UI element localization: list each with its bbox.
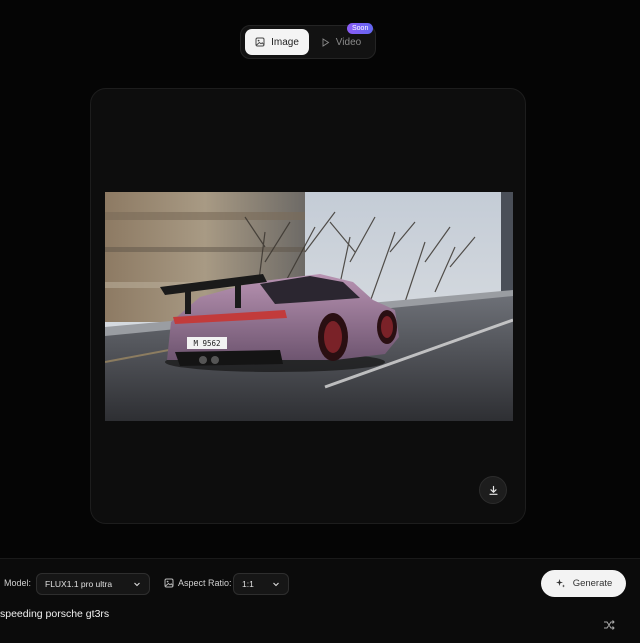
generate-label: Generate	[572, 578, 613, 589]
download-icon	[488, 485, 498, 495]
aspect-ratio-value: 1:1	[242, 579, 254, 589]
image-mode-label: Image	[271, 36, 299, 48]
model-label: Model:	[4, 578, 32, 588]
model-value: FLUX1.1 pro ultra	[45, 579, 113, 589]
mode-toggle: Image Video Soon	[240, 23, 376, 59]
chevron-down-icon	[273, 582, 279, 587]
chevron-down-icon	[134, 582, 140, 587]
shuffle-icon[interactable]	[603, 619, 615, 631]
generate-button[interactable]: Generate	[541, 570, 626, 597]
license-plate-text: M 9562	[193, 339, 220, 348]
aspect-ratio-label: Aspect Ratio:	[178, 578, 232, 588]
image-icon	[255, 37, 265, 47]
generated-image: M 9562	[105, 192, 513, 421]
porsche-photo: M 9562	[105, 192, 513, 421]
soon-badge: Soon	[347, 23, 374, 34]
download-button[interactable]	[479, 476, 507, 504]
play-icon	[322, 37, 330, 47]
model-select[interactable]: FLUX1.1 pro ultra	[36, 573, 150, 595]
video-mode-label: Video	[335, 36, 362, 48]
image-mode-button[interactable]: Image	[245, 29, 309, 55]
prompt-input[interactable]: speeding porsche gt3rs	[0, 608, 109, 620]
preview-card: M 9562	[90, 88, 526, 524]
generation-controls: Model: FLUX1.1 pro ultra Aspect Ratio: 1…	[0, 558, 640, 643]
aspect-ratio-icon	[164, 578, 174, 588]
aspect-ratio-select[interactable]: 1:1	[233, 573, 289, 595]
sparkle-icon	[555, 579, 565, 588]
